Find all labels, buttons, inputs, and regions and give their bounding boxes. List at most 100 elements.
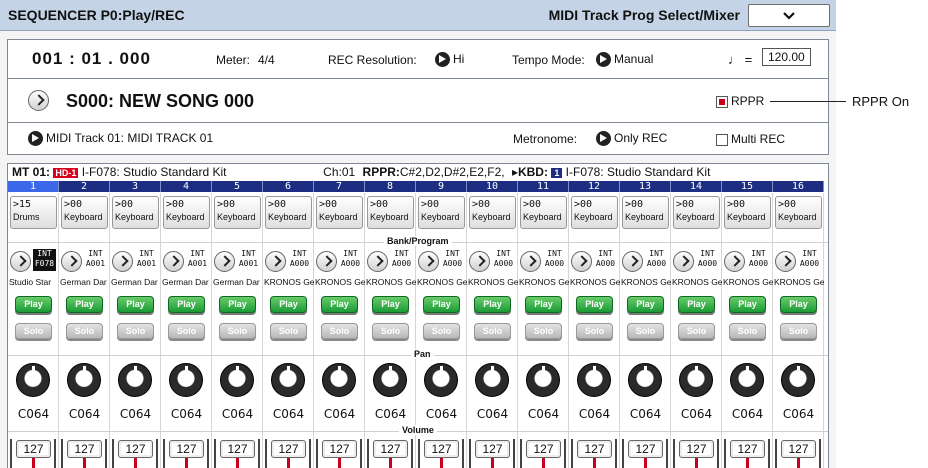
play-button[interactable]: Play [678,296,715,313]
pan-knob[interactable] [679,363,713,397]
category-button[interactable]: >00 Keyboard [418,196,465,229]
pan-knob[interactable] [577,363,611,397]
bank-program-selector[interactable]: INT A000 [673,249,720,273]
bank-program-selector[interactable]: INT A000 [520,249,567,273]
bank-program-selector[interactable]: INT A000 [265,249,312,273]
category-button[interactable]: >15 Drums [10,196,57,229]
bank-program-selector[interactable]: INT A001 [61,249,108,273]
pan-knob[interactable] [730,363,764,397]
track-number[interactable]: 7 [314,181,365,192]
pan-knob[interactable] [628,363,662,397]
solo-button[interactable]: Solo [270,323,307,339]
category-button[interactable]: >00 Keyboard [163,196,210,229]
volume-slider-knob[interactable]: 127 [271,440,306,458]
solo-button[interactable]: Solo [15,323,52,339]
solo-button[interactable]: Solo [423,323,460,339]
solo-button[interactable]: Solo [117,323,154,339]
page-menu-button[interactable] [748,4,830,27]
volume-slider-knob[interactable]: 127 [526,440,561,458]
play-button[interactable]: Play [729,296,766,313]
pan-knob[interactable] [169,363,203,397]
play-button[interactable]: Play [372,296,409,313]
multi-rec-checkbox[interactable]: Multi REC [716,132,785,146]
track-select-popup[interactable]: MIDI Track 01: MIDI TRACK 01 [28,131,213,147]
solo-button[interactable]: Solo [219,323,256,339]
volume-slider-knob[interactable]: 127 [424,440,459,458]
bank-program-selector[interactable]: INT A000 [571,249,618,273]
solo-button[interactable]: Solo [780,323,817,339]
track-number[interactable]: 12 [569,181,620,192]
track-number[interactable]: 6 [263,181,314,192]
track-number[interactable]: 4 [161,181,212,192]
category-button[interactable]: >00 Keyboard [622,196,669,229]
track-number[interactable]: 9 [416,181,467,192]
bank-program-selector[interactable]: INT A000 [367,249,414,273]
bank-program-selector[interactable]: INT A000 [622,249,669,273]
play-button[interactable]: Play [15,296,52,313]
category-button[interactable]: >00 Keyboard [571,196,618,229]
play-button[interactable]: Play [423,296,460,313]
pan-knob[interactable] [475,363,509,397]
category-button[interactable]: >00 Keyboard [316,196,363,229]
bank-program-selector[interactable]: INT A000 [775,249,822,273]
play-button[interactable]: Play [66,296,103,313]
solo-button[interactable]: Solo [168,323,205,339]
volume-slider-knob[interactable]: 127 [16,440,51,458]
pan-knob[interactable] [67,363,101,397]
pan-knob[interactable] [16,363,50,397]
solo-button[interactable]: Solo [474,323,511,339]
play-button[interactable]: Play [219,296,256,313]
pan-knob[interactable] [118,363,152,397]
volume-slider-knob[interactable]: 127 [475,440,510,458]
solo-button[interactable]: Solo [321,323,358,339]
play-button[interactable]: Play [474,296,511,313]
category-button[interactable]: >00 Keyboard [61,196,108,229]
location-field[interactable]: 001 : 01 . 000 [32,49,151,69]
bank-program-selector[interactable]: INT A000 [418,249,465,273]
track-number[interactable]: 13 [620,181,671,192]
play-button[interactable]: Play [576,296,613,313]
song-select-button[interactable] [28,90,49,114]
track-number[interactable]: 5 [212,181,263,192]
rppr-checkbox[interactable]: RPPR [716,94,764,108]
solo-button[interactable]: Solo [729,323,766,339]
volume-slider-knob[interactable]: 127 [220,440,255,458]
volume-slider-knob[interactable]: 127 [118,440,153,458]
volume-slider-knob[interactable]: 127 [169,440,204,458]
bank-program-selector[interactable]: INT A001 [112,249,159,273]
track-number[interactable]: 16 [773,181,824,192]
category-button[interactable]: >00 Keyboard [520,196,567,229]
play-button[interactable]: Play [321,296,358,313]
track-number[interactable]: 14 [671,181,722,192]
track-number[interactable]: 15 [722,181,773,192]
bank-program-selector[interactable]: INT A000 [724,249,771,273]
pan-knob[interactable] [220,363,254,397]
volume-slider-knob[interactable]: 127 [67,440,102,458]
category-button[interactable]: >00 Keyboard [214,196,261,229]
solo-button[interactable]: Solo [576,323,613,339]
solo-button[interactable]: Solo [627,323,664,339]
volume-slider-knob[interactable]: 127 [322,440,357,458]
track-number[interactable]: 11 [518,181,569,192]
solo-button[interactable]: Solo [66,323,103,339]
category-button[interactable]: >00 Keyboard [673,196,720,229]
tempo-mode-popup[interactable]: Manual [596,52,653,68]
play-button[interactable]: Play [627,296,664,313]
category-button[interactable]: >00 Keyboard [112,196,159,229]
volume-slider-knob[interactable]: 127 [373,440,408,458]
track-number[interactable]: 8 [365,181,416,192]
volume-slider-knob[interactable]: 127 [577,440,612,458]
play-button[interactable]: Play [270,296,307,313]
category-button[interactable]: >00 Keyboard [265,196,312,229]
bank-program-selector[interactable]: INT A000 [316,249,363,273]
meter-value[interactable]: 4/4 [258,53,275,67]
pan-knob[interactable] [373,363,407,397]
pan-knob[interactable] [322,363,356,397]
bank-program-selector[interactable]: INT A001 [214,249,261,273]
track-number[interactable]: 3 [110,181,161,192]
volume-slider-knob[interactable]: 127 [679,440,714,458]
track-number[interactable]: 1 [8,181,59,192]
tempo-field[interactable]: 120.00 [762,48,811,66]
solo-button[interactable]: Solo [525,323,562,339]
volume-slider-knob[interactable]: 127 [781,440,816,458]
